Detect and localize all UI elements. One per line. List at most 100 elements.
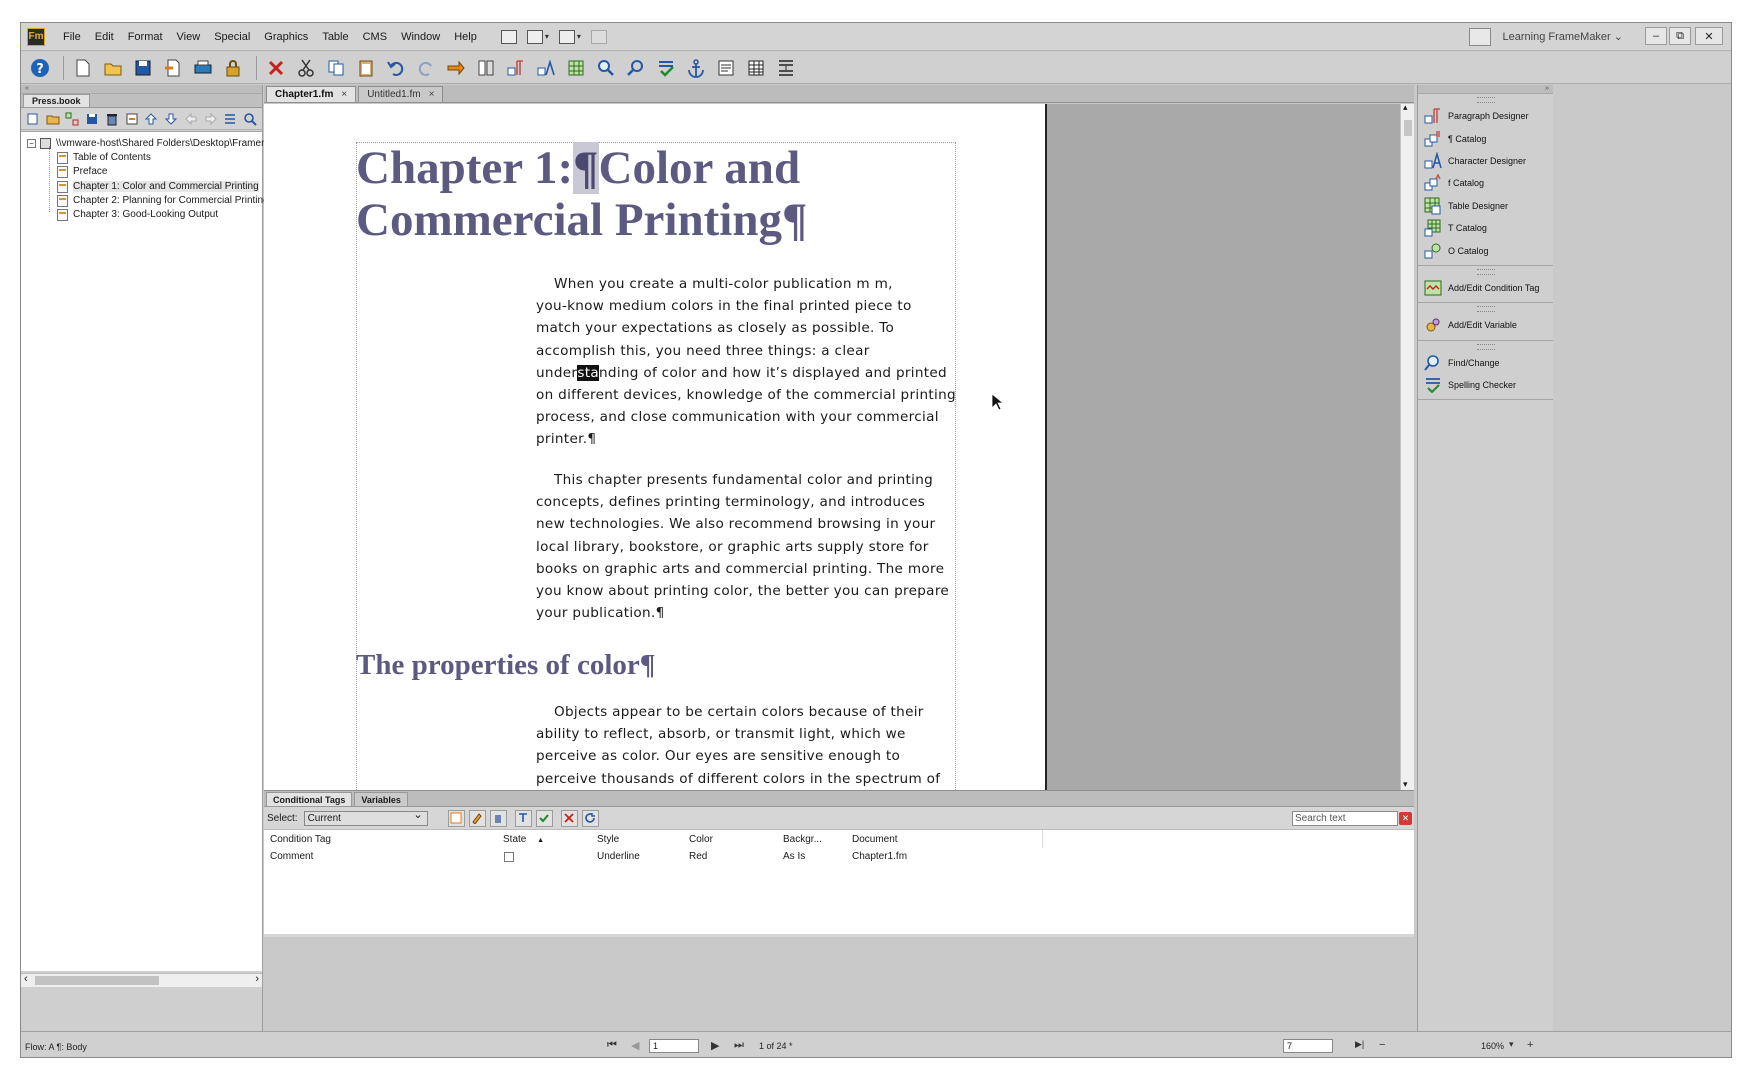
paste-button[interactable] — [353, 55, 379, 81]
move-up-button[interactable] — [144, 111, 160, 127]
row-condition-tag[interactable]: Comment — [270, 851, 313, 862]
book-list-button[interactable] — [223, 111, 239, 127]
book-file-item[interactable]: Preface — [57, 164, 107, 179]
tab-conditional-tags[interactable]: Conditional Tags — [266, 792, 353, 806]
help-button[interactable]: ? — [27, 55, 53, 81]
text-frame-button[interactable] — [713, 55, 739, 81]
section-heading[interactable]: The properties of color¶ — [356, 648, 956, 682]
book-group-button[interactable] — [65, 111, 81, 127]
close-tab-icon[interactable]: × — [429, 89, 435, 100]
pod-add-edit-variable[interactable]: Add/Edit Variable — [1418, 314, 1553, 336]
menu-graphics[interactable]: Graphics — [264, 31, 308, 43]
grip-handle[interactable] — [1476, 343, 1495, 350]
scroll-right-icon[interactable]: › — [255, 973, 259, 985]
book-update-button[interactable] — [473, 55, 499, 81]
pod-find-change[interactable]: Find/Change — [1418, 352, 1553, 374]
pod-paragraph-designer[interactable]: Paragraph Designer — [1418, 105, 1553, 127]
grip-handle[interactable] — [1476, 268, 1495, 275]
menu-special[interactable]: Special — [214, 31, 250, 43]
clear-search-icon[interactable]: ✕ — [1399, 812, 1412, 825]
screen-mode-icon[interactable] — [558, 29, 575, 44]
book-save-button[interactable] — [84, 111, 100, 127]
zoom-dropdown-icon[interactable]: ▾ — [1509, 1039, 1514, 1050]
chevron-down-icon[interactable]: ▾ — [545, 32, 549, 41]
menu-table[interactable]: Table — [322, 31, 348, 43]
book-file-item-selected[interactable]: Chapter 1: Color and Commercial Printing — [57, 179, 259, 194]
menu-view[interactable]: View — [177, 31, 201, 43]
menu-cms[interactable]: CMS — [363, 31, 387, 43]
arrow-tool-button[interactable] — [443, 55, 469, 81]
apply-condition-button[interactable] — [514, 809, 532, 827]
document-canvas[interactable]: Chapter 1:¶Color and Commercial Printing… — [264, 104, 1414, 790]
lock-button[interactable] — [220, 55, 246, 81]
book-delete-button[interactable] — [104, 111, 120, 127]
scroll-down-icon[interactable]: ▾ — [1403, 779, 1408, 790]
goto-page-icon[interactable]: ▶| — [1355, 1039, 1364, 1050]
search-input[interactable]: Search text — [1292, 811, 1398, 826]
zoom-button[interactable] — [593, 55, 619, 81]
line-spacing-button[interactable] — [773, 55, 799, 81]
pod-spelling-checker[interactable]: Spelling Checker — [1418, 374, 1553, 396]
document-page[interactable]: Chapter 1:¶Color and Commercial Printing… — [264, 104, 1047, 790]
menu-format[interactable]: Format — [128, 31, 163, 43]
book-file-item[interactable]: Chapter 3: Good-Looking Output — [57, 207, 218, 222]
book-horizontal-scrollbar[interactable]: ‹ › — [21, 973, 262, 987]
pod-paragraph-catalog[interactable]: ¶ Catalog — [1418, 127, 1553, 149]
cut-button[interactable] — [293, 55, 319, 81]
scroll-up-icon[interactable]: ▴ — [1403, 104, 1408, 113]
open-button[interactable] — [100, 55, 126, 81]
paragraph-designer-tool-button[interactable] — [503, 55, 529, 81]
confirm-button[interactable] — [535, 809, 553, 827]
minimize-button[interactable]: – — [1645, 27, 1667, 45]
pod-object-catalog[interactable]: O Catalog — [1418, 239, 1553, 261]
tab-chapter1[interactable]: Chapter1.fm × — [266, 86, 357, 102]
body-paragraph-2[interactable]: This chapter presents fundamental color … — [536, 469, 956, 624]
book-update-book-button[interactable] — [124, 111, 140, 127]
body-paragraph-1[interactable]: When you create a multi-color publicatio… — [536, 273, 956, 451]
workspace-icon[interactable] — [1469, 28, 1491, 46]
close-window-button[interactable]: ✕ — [1695, 27, 1723, 45]
delete-condition-button[interactable] — [489, 809, 507, 827]
col-state[interactable]: State ▲ — [503, 834, 544, 845]
body-paragraph-3[interactable]: Objects appear to be certain colors beca… — [536, 701, 956, 790]
state-checkbox[interactable] — [504, 852, 514, 862]
pod-character-designer[interactable]: Character Designer — [1418, 150, 1553, 172]
col-style[interactable]: Style — [597, 834, 619, 845]
first-page-icon[interactable]: ⏮ — [607, 1039, 617, 1052]
document-vertical-scrollbar[interactable]: ▴ ▾ — [1400, 104, 1414, 790]
book-file-item[interactable]: Table of Contents — [57, 150, 151, 165]
book-file-item[interactable]: Chapter 2: Planning for Commercial Print… — [57, 193, 269, 208]
menu-edit[interactable]: Edit — [95, 31, 114, 43]
tab-press-book[interactable]: Press.book — [23, 94, 90, 107]
workspace-switcher[interactable]: Learning FrameMaker ⌄ — [1503, 30, 1624, 43]
grip-handle[interactable] — [1476, 306, 1495, 313]
zoom-out-icon[interactable]: − — [1379, 1039, 1385, 1051]
zoom-in-icon[interactable]: + — [1527, 1039, 1533, 1051]
pod-character-catalog[interactable]: f Catalog — [1418, 172, 1553, 194]
chevron-down-icon[interactable]: ▾ — [577, 32, 581, 41]
tab-untitled1[interactable]: Untitled1.fm × — [358, 86, 444, 102]
col-background[interactable]: Backgr... — [783, 834, 822, 845]
find-button[interactable] — [623, 55, 649, 81]
layout-grid-icon[interactable] — [526, 29, 543, 44]
tab-variables[interactable]: Variables — [354, 792, 408, 806]
grip-handle[interactable] — [1476, 97, 1495, 103]
new-condition-button[interactable] — [447, 809, 465, 827]
import-button[interactable] — [160, 55, 186, 81]
select-dropdown[interactable]: Current — [303, 809, 428, 826]
remove-condition-button[interactable] — [560, 809, 578, 827]
page-number-input[interactable]: 1 — [649, 1039, 699, 1053]
menu-file[interactable]: File — [63, 31, 81, 43]
table-designer-tool-button[interactable] — [563, 55, 589, 81]
book-add-file-button[interactable] — [25, 111, 41, 127]
pod-table-designer[interactable]: Table Designer — [1418, 195, 1553, 217]
scrollbar-thumb[interactable] — [35, 976, 159, 985]
menu-window[interactable]: Window — [401, 31, 440, 43]
book-find-button[interactable] — [242, 111, 258, 127]
delete-button[interactable] — [263, 55, 289, 81]
collapse-panel-icon[interactable]: » — [1418, 85, 1553, 94]
anchor-button[interactable] — [683, 55, 709, 81]
last-page-icon[interactable]: ⏭ — [734, 1039, 744, 1052]
previous-page-icon[interactable]: ◀ — [631, 1039, 639, 1052]
character-designer-tool-button[interactable] — [533, 55, 559, 81]
